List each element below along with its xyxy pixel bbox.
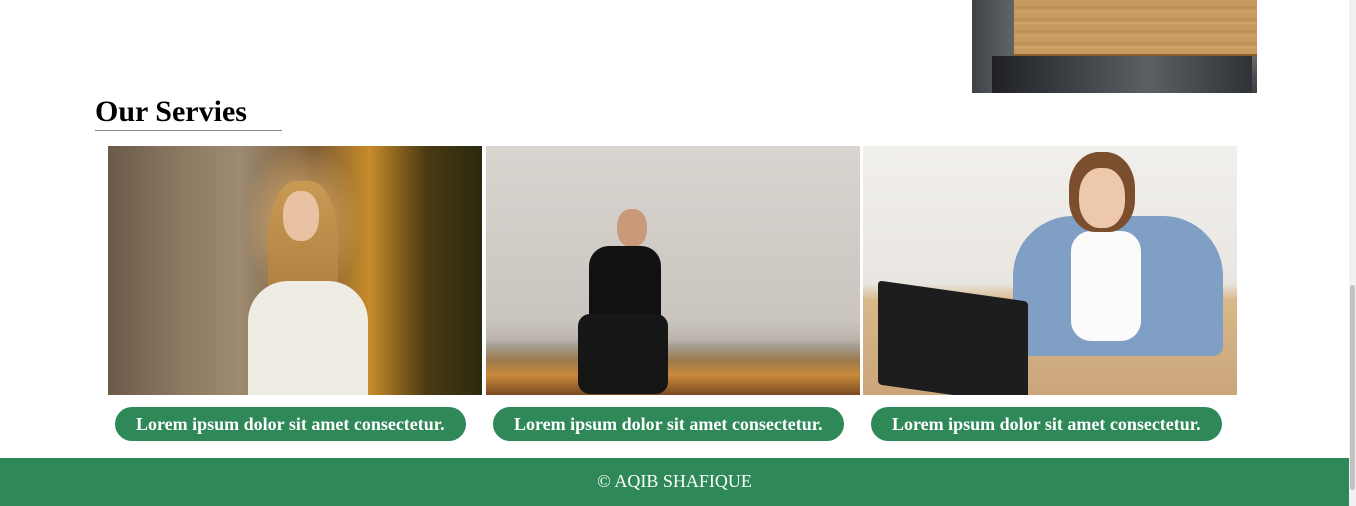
scrollbar-thumb[interactable] bbox=[1350, 285, 1355, 490]
photo-figure-legs bbox=[578, 314, 668, 394]
service-button[interactable]: Lorem ipsum dolor sit amet consectetur. bbox=[493, 407, 844, 441]
services-cards: Lorem ipsum dolor sit amet consectetur. … bbox=[108, 146, 1238, 446]
service-photo-woman-wall bbox=[108, 146, 482, 395]
service-photo-man-curb bbox=[486, 146, 860, 395]
footer: © AQIB SHAFIQUE bbox=[0, 458, 1349, 506]
photo-figure-face bbox=[1079, 168, 1125, 228]
photo-figure-head bbox=[617, 209, 647, 247]
section-title: Our Servies bbox=[95, 95, 282, 131]
photo-figure-body bbox=[248, 281, 368, 395]
service-button[interactable]: Lorem ipsum dolor sit amet consectetur. bbox=[115, 407, 466, 441]
wooden-table-top bbox=[1014, 0, 1257, 56]
service-photo-woman-desk bbox=[863, 146, 1237, 395]
service-card: Lorem ipsum dolor sit amet consectetur. bbox=[108, 146, 482, 441]
service-card: Lorem ipsum dolor sit amet consectetur. bbox=[863, 146, 1237, 441]
photo-laptop bbox=[878, 280, 1028, 395]
footer-copyright: © AQIB SHAFIQUE bbox=[597, 471, 752, 491]
top-desk-photo bbox=[972, 0, 1257, 93]
service-card: Lorem ipsum dolor sit amet consectetur. bbox=[486, 146, 860, 441]
photo-figure-face bbox=[283, 191, 319, 241]
photo-figure-tee bbox=[1071, 231, 1141, 341]
photo-lower-area bbox=[992, 56, 1252, 93]
page-scrollbar[interactable] bbox=[1349, 0, 1356, 506]
service-button[interactable]: Lorem ipsum dolor sit amet consectetur. bbox=[871, 407, 1222, 441]
